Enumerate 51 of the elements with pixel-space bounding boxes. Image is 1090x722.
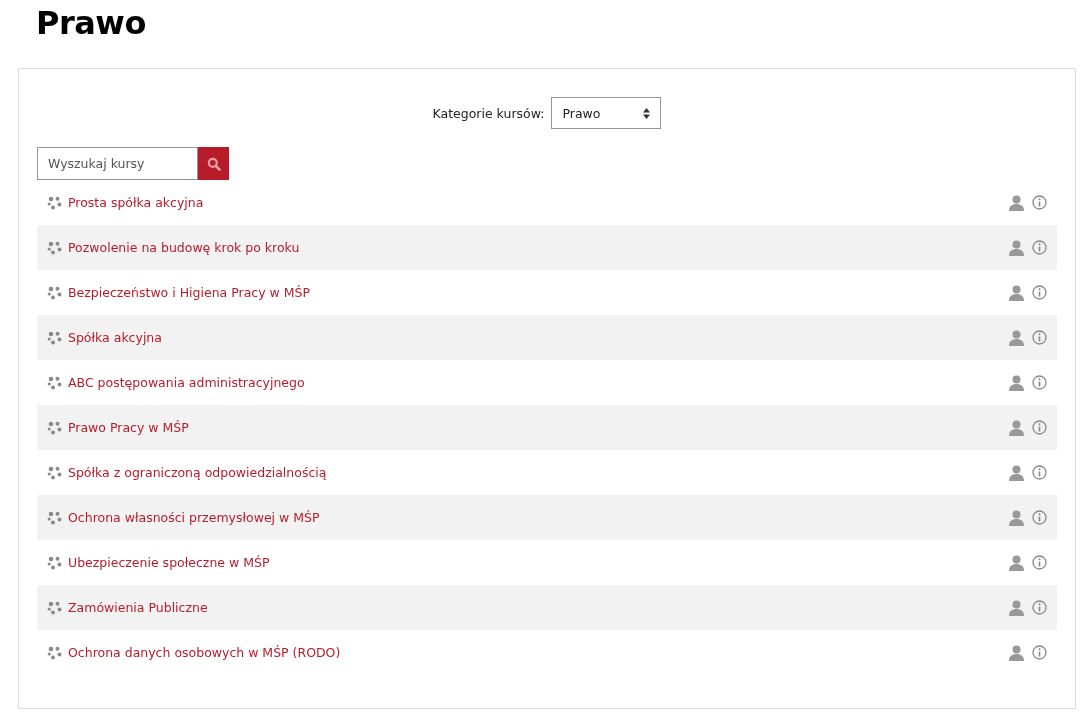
info-icon[interactable]	[1032, 465, 1047, 480]
course-icon	[47, 510, 62, 525]
info-icon[interactable]	[1032, 600, 1047, 615]
course-icon	[47, 375, 62, 390]
person-icon[interactable]	[1009, 509, 1024, 526]
person-icon[interactable]	[1009, 644, 1024, 661]
course-link[interactable]: Zamówienia Publiczne	[68, 600, 1009, 615]
course-link[interactable]: Ubezpieczenie społeczne w MŚP	[68, 555, 1009, 570]
person-icon[interactable]	[1009, 419, 1024, 436]
search-button[interactable]	[198, 147, 229, 180]
course-icon	[47, 555, 62, 570]
info-icon[interactable]	[1032, 555, 1047, 570]
course-link[interactable]: Pozwolenie na budowę krok po kroku	[68, 240, 1009, 255]
person-icon[interactable]	[1009, 194, 1024, 211]
course-link[interactable]: Spółka akcyjna	[68, 330, 1009, 345]
info-icon[interactable]	[1032, 330, 1047, 345]
person-icon[interactable]	[1009, 239, 1024, 256]
course-link[interactable]: Prosta spółka akcyjna	[68, 195, 1009, 210]
course-icon	[47, 195, 62, 210]
person-icon[interactable]	[1009, 374, 1024, 391]
person-icon[interactable]	[1009, 599, 1024, 616]
info-icon[interactable]	[1032, 645, 1047, 660]
info-icon[interactable]	[1032, 375, 1047, 390]
page-title: Prawo	[35, 3, 147, 44]
course-link[interactable]: Spółka z ograniczoną odpowiedzialnością	[68, 465, 1009, 480]
info-icon[interactable]	[1032, 285, 1047, 300]
course-link[interactable]: Bezpieczeństwo i Higiena Pracy w MŚP	[68, 285, 1009, 300]
course-link[interactable]: Prawo Pracy w MŚP	[68, 420, 1009, 435]
info-icon[interactable]	[1032, 420, 1047, 435]
category-select[interactable]: Prawo	[551, 97, 662, 129]
course-icon	[47, 600, 62, 615]
course-icon	[47, 465, 62, 480]
info-icon[interactable]	[1032, 240, 1047, 255]
course-icon	[47, 285, 62, 300]
course-icon	[47, 420, 62, 435]
search-field[interactable]: Wyszukaj kursy	[37, 147, 198, 180]
course-icon	[47, 645, 62, 660]
info-icon[interactable]	[1032, 510, 1047, 525]
category-label: Kategorie kursów:	[432, 105, 545, 121]
sort-caret-icon	[643, 107, 651, 119]
search-icon	[206, 156, 221, 171]
info-icon[interactable]	[1032, 195, 1047, 210]
course-link[interactable]: Ochrona danych osobowych w MŚP (RODO)	[68, 645, 1009, 660]
person-icon[interactable]	[1009, 464, 1024, 481]
course-icon	[47, 330, 62, 345]
course-icon	[47, 240, 62, 255]
person-icon[interactable]	[1009, 554, 1024, 571]
person-icon[interactable]	[1009, 329, 1024, 346]
course-link[interactable]: Ochrona własności przemysłowej w MŚP	[68, 510, 1009, 525]
person-icon[interactable]	[1009, 284, 1024, 301]
course-link[interactable]: ABC postępowania administracyjnego	[68, 375, 1009, 390]
